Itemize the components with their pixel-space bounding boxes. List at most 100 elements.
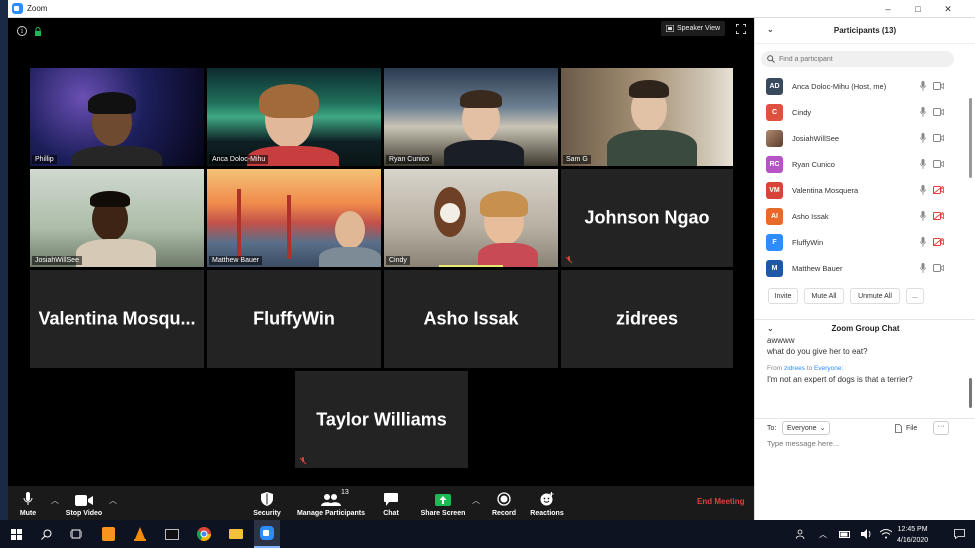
microphone-icon[interactable] xyxy=(920,81,926,91)
participant-row[interactable]: F FluffyWin xyxy=(755,229,975,255)
close-button[interactable]: ✕ xyxy=(933,0,963,18)
video-tile-sam[interactable]: Sam G xyxy=(561,68,733,166)
participant-row[interactable]: AI Asho Issak xyxy=(755,203,975,229)
audio-options-chevron-icon[interactable]: ︿ xyxy=(51,495,59,506)
video-camera-icon[interactable] xyxy=(933,134,944,142)
name-tile-valentina[interactable]: Valentina Mosqu... xyxy=(30,270,204,368)
video-tile-josiah[interactable]: JosiahWillSee xyxy=(30,169,204,267)
participant-row[interactable]: VM Valentina Mosquera xyxy=(755,177,975,203)
speaker-view-button[interactable]: Speaker View xyxy=(661,21,726,36)
end-meeting-button[interactable]: End Meeting xyxy=(697,497,745,506)
security-button[interactable]: Security xyxy=(251,486,283,520)
video-tile-cindy[interactable]: Cindy xyxy=(384,169,558,267)
meeting-info-icon[interactable]: i xyxy=(17,26,27,36)
video-camera-icon xyxy=(75,495,93,506)
chat-button[interactable]: Chat xyxy=(379,486,403,520)
video-gallery: i Speaker View Phillip Anca Doloc-Mihu R… xyxy=(8,18,754,486)
manage-participants-button[interactable]: Manage Participants xyxy=(295,486,367,520)
microphone-icon[interactable] xyxy=(920,237,926,247)
record-button[interactable]: Record xyxy=(490,486,518,520)
collapse-participants-chevron-icon[interactable]: ⌄ xyxy=(767,25,774,34)
reactions-button[interactable]: Reactions xyxy=(529,486,565,520)
name-tile-fluffywin[interactable]: FluffyWin xyxy=(207,270,381,368)
file-button[interactable]: File xyxy=(895,424,917,433)
microphone-icon[interactable] xyxy=(920,211,926,221)
name-tile-asho[interactable]: Asho Issak xyxy=(384,270,558,368)
minimize-button[interactable]: – xyxy=(873,0,903,18)
collapse-chat-chevron-icon[interactable]: ⌄ xyxy=(767,324,774,333)
chat-message: I'm not an expert of dogs is that a terr… xyxy=(767,375,913,384)
stop-video-button[interactable]: Stop Video xyxy=(64,486,104,520)
windows-taskbar: ︿ 12:45 PM 4/16/2020 xyxy=(0,520,975,548)
video-off-icon[interactable] xyxy=(933,212,944,220)
task-view-icon[interactable] xyxy=(66,520,86,548)
microphone-icon[interactable] xyxy=(920,159,926,169)
name-tile-taylor[interactable]: Taylor Williams xyxy=(295,371,468,468)
chat-scrollbar[interactable] xyxy=(969,378,972,408)
taskbar-search-icon[interactable] xyxy=(36,520,56,548)
chat-recipient-link[interactable]: Everyone: xyxy=(814,365,843,372)
chat-more-button[interactable]: ··· xyxy=(933,421,949,435)
maximize-button[interactable]: □ xyxy=(903,0,933,18)
chrome-app-icon[interactable] xyxy=(192,520,216,548)
vlc-app-icon[interactable] xyxy=(128,520,152,548)
tile-name-label: Anca Doloc-Mihu xyxy=(209,155,269,164)
volume-icon[interactable] xyxy=(858,520,876,548)
video-tile-phillip[interactable]: Phillip xyxy=(30,68,204,166)
participant-row[interactable]: RC Ryan Cunico xyxy=(755,151,975,177)
participant-list-scrollbar[interactable] xyxy=(969,98,972,178)
participant-search[interactable] xyxy=(761,51,954,67)
share-screen-button[interactable]: Share Screen xyxy=(419,486,467,520)
video-camera-icon[interactable] xyxy=(933,82,944,90)
video-camera-icon[interactable] xyxy=(933,160,944,168)
name-tile-zidrees[interactable]: zidrees xyxy=(561,270,733,368)
chat-recipient-row: To: Everyone ⌄ File ··· xyxy=(755,418,975,438)
video-off-icon[interactable] xyxy=(933,238,944,246)
video-camera-icon[interactable] xyxy=(933,264,944,272)
start-windows-icon[interactable] xyxy=(6,520,26,548)
video-tile-anca[interactable]: Anca Doloc-Mihu xyxy=(207,68,381,166)
video-camera-icon[interactable] xyxy=(933,108,944,116)
notifications-icon[interactable] xyxy=(950,520,968,548)
zoom-app-icon[interactable] xyxy=(254,520,280,548)
participants-title: Participants (13) xyxy=(833,26,897,35)
avatar: RC xyxy=(766,155,783,173)
chat-message-input[interactable] xyxy=(767,439,957,448)
video-off-icon[interactable] xyxy=(933,186,944,194)
battery-icon[interactable] xyxy=(836,520,854,548)
participant-row[interactable]: AD Anca Doloc-Mihu (Host, me) xyxy=(755,73,975,99)
encryption-lock-icon[interactable] xyxy=(34,27,42,36)
file-explorer-app-icon[interactable] xyxy=(224,520,248,548)
name-tile-johnson[interactable]: Johnson Ngao xyxy=(561,169,733,267)
chat-sender-link[interactable]: zidrees xyxy=(784,365,805,372)
microphone-icon[interactable] xyxy=(920,133,926,143)
video-tile-ryan[interactable]: Ryan Cunico xyxy=(384,68,558,166)
share-options-chevron-icon[interactable]: ︿ xyxy=(472,495,480,506)
people-tray-icon[interactable] xyxy=(792,520,810,548)
participant-row[interactable]: M Matthew Bauer xyxy=(755,255,975,281)
sublime-text-app-icon[interactable] xyxy=(96,520,120,548)
unmute-all-button[interactable]: Unmute All xyxy=(850,288,900,304)
show-hidden-icons-chevron-icon[interactable]: ︿ xyxy=(816,520,830,548)
mute-all-button[interactable]: Mute All xyxy=(804,288,844,304)
participant-row[interactable]: JosiahWillSee xyxy=(755,125,975,151)
microphone-icon[interactable] xyxy=(920,185,926,195)
microphone-icon[interactable] xyxy=(920,263,926,273)
recipient-dropdown[interactable]: Everyone ⌄ xyxy=(782,421,831,435)
system-clock[interactable]: 12:45 PM 4/16/2020 xyxy=(897,524,928,546)
participant-name: JosiahWillSee xyxy=(792,133,840,143)
video-tile-matthew[interactable]: Matthew Bauer xyxy=(207,169,381,267)
participant-row[interactable]: C Cindy xyxy=(755,99,975,125)
more-options-button[interactable]: ... xyxy=(906,288,924,304)
avatar: C xyxy=(766,103,783,121)
microphone-icon[interactable] xyxy=(920,107,926,117)
terminal-app-icon[interactable] xyxy=(160,520,184,548)
mute-button[interactable]: Mute xyxy=(14,486,42,520)
invite-button[interactable]: Invite xyxy=(768,288,798,304)
video-options-chevron-icon[interactable]: ︿ xyxy=(109,495,117,506)
wifi-icon[interactable] xyxy=(878,520,894,548)
fullscreen-icon[interactable] xyxy=(736,24,746,34)
participant-search-input[interactable] xyxy=(779,55,949,63)
chat-label: Chat xyxy=(383,510,399,517)
participant-name: FluffyWin xyxy=(792,237,824,247)
